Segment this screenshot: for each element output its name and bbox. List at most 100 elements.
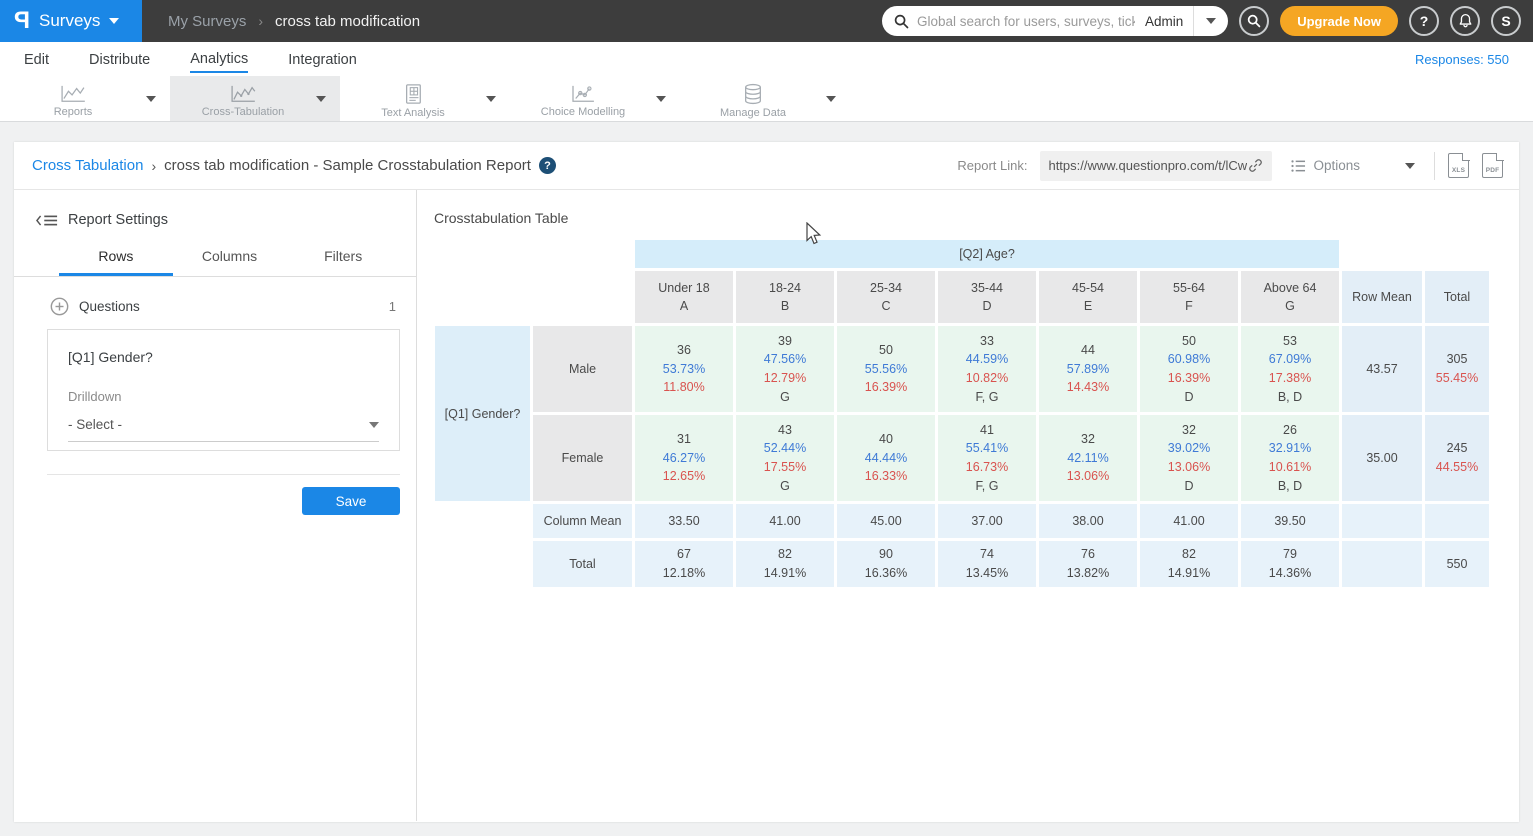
empty-summary-cell	[1425, 504, 1489, 538]
data-cell: 4155.41%16.73%F, G	[938, 415, 1036, 501]
tab-rows[interactable]: Rows	[59, 248, 173, 276]
chevron-down-icon[interactable]	[316, 96, 326, 102]
help-button[interactable]: ?	[1409, 6, 1439, 36]
tab-columns[interactable]: Columns	[173, 248, 287, 276]
blank-cell	[1342, 240, 1422, 268]
total-cell: 8214.91%	[1140, 541, 1238, 587]
chevron-down-icon[interactable]	[656, 96, 666, 102]
chevron-right-icon: ›	[258, 13, 263, 29]
total-cell: 7413.45%	[938, 541, 1036, 587]
column-mean-cell: 41.00	[736, 504, 834, 538]
upgrade-now-button[interactable]: Upgrade Now	[1280, 6, 1398, 36]
export-pdf-button[interactable]: PDF	[1482, 153, 1503, 178]
empty-summary-cell	[1342, 541, 1422, 587]
product-name: Surveys	[39, 11, 100, 31]
nav-edit[interactable]: Edit	[24, 46, 49, 72]
report-link-input[interactable]	[1048, 158, 1247, 173]
report-link-label: Report Link:	[957, 158, 1027, 173]
corner-blank	[435, 271, 632, 323]
corner-blank	[435, 240, 632, 268]
total-cell: 7914.36%	[1241, 541, 1339, 587]
settings-tabs: Rows Columns Filters	[14, 248, 416, 277]
breadcrumb-my-surveys[interactable]: My Surveys	[168, 13, 246, 30]
toolbar-label: Choice Modelling	[541, 106, 625, 118]
tab-filters[interactable]: Filters	[286, 248, 400, 276]
survey-nav: Edit Distribute Analytics Integration Re…	[0, 42, 1533, 76]
data-cell: 3239.02%13.06%D	[1140, 415, 1238, 501]
export-xls-button[interactable]: XLS	[1448, 153, 1469, 178]
toolbar-label: Text Analysis	[381, 107, 445, 119]
data-cell: 4352.44%17.55%G	[736, 415, 834, 501]
question-title: [Q1] Gender?	[68, 349, 379, 365]
column-mean-cell: 33.50	[635, 504, 733, 538]
line-chart-icon	[59, 84, 87, 104]
toolbar-cross-tabulation[interactable]: Cross-Tabulation	[170, 76, 340, 121]
nav-analytics[interactable]: Analytics	[190, 45, 248, 73]
age-question-header: [Q2] Age?	[635, 240, 1339, 268]
product-switcher[interactable]: P Surveys	[0, 0, 142, 42]
save-button[interactable]: Save	[302, 487, 400, 515]
toolbar-label: Cross-Tabulation	[202, 106, 285, 118]
chevron-right-icon: ›	[151, 158, 156, 174]
data-cell: 3146.27%12.65%	[635, 415, 733, 501]
collapse-panel-icon[interactable]	[36, 214, 58, 227]
crosstab-table: [Q2] Age?Under 18A18-24B25-34C35-44D45-5…	[432, 237, 1492, 590]
column-mean-cell: 38.00	[1039, 504, 1137, 538]
row-mean-cell: 35.00	[1342, 415, 1422, 501]
column-mean-label: Column Mean	[533, 504, 632, 538]
search-input[interactable]	[917, 14, 1135, 29]
search-go-button[interactable]	[1239, 6, 1269, 36]
row-label-cell: Female	[533, 415, 632, 501]
report-card: Cross Tabulation › cross tab modificatio…	[14, 142, 1519, 822]
crosstab-area: Crosstabulation Table [Q2] Age? Under 18A…	[417, 190, 1519, 821]
list-options-icon	[1291, 159, 1306, 173]
chevron-down-icon[interactable]	[146, 96, 156, 102]
chevron-down-icon[interactable]	[486, 96, 496, 102]
link-icon[interactable]	[1247, 157, 1264, 174]
total-column-header: Total	[1425, 271, 1489, 323]
chevron-down-icon	[1405, 163, 1415, 169]
crosstab-title: Crosstabulation Table	[434, 210, 1519, 226]
questions-label: Questions	[79, 299, 140, 314]
toolbar-text-analysis[interactable]: Text Analysis	[340, 76, 510, 121]
total-cell: 6712.18%	[635, 541, 733, 587]
data-cell: 4457.89%14.43%	[1039, 326, 1137, 412]
data-cell: 3653.73%11.80%	[635, 326, 733, 412]
top-right-actions: Admin Upgrade Now ? S	[882, 0, 1533, 42]
options-label: Options	[1313, 158, 1360, 173]
row-total-cell: 30555.45%	[1425, 326, 1489, 412]
search-scope-dropdown[interactable]	[1193, 6, 1228, 36]
row-mean-header: Row Mean	[1342, 271, 1422, 323]
user-avatar[interactable]: S	[1491, 6, 1521, 36]
analytics-toolbar: Reports Cross-Tabulation Text Analysis C…	[0, 76, 1533, 122]
data-cell: 5367.09%17.38%B, D	[1241, 326, 1339, 412]
blank-cell	[1425, 240, 1489, 268]
nav-integration[interactable]: Integration	[288, 46, 357, 72]
add-question-icon[interactable]	[50, 297, 69, 316]
column-mean-cell: 45.00	[837, 504, 935, 538]
nav-distribute[interactable]: Distribute	[89, 46, 150, 72]
drilldown-label: Drilldown	[68, 389, 379, 404]
breadcrumb-survey-name: cross tab modification	[275, 13, 420, 30]
toolbar-choice-modelling[interactable]: Choice Modelling	[510, 76, 680, 121]
drilldown-select[interactable]: - Select -	[68, 417, 379, 442]
chevron-down-icon	[369, 422, 379, 428]
row-label-cell: Male	[533, 326, 632, 412]
cross-tabulation-link[interactable]: Cross Tabulation	[32, 157, 143, 174]
blank-cell	[435, 541, 530, 587]
global-search: Admin	[882, 6, 1228, 36]
grand-total-cell: 550	[1425, 541, 1489, 587]
column-header: 25-34C	[837, 271, 935, 323]
report-help-icon[interactable]: ?	[539, 157, 556, 174]
chevron-down-icon[interactable]	[826, 96, 836, 102]
column-header: Under 18A	[635, 271, 733, 323]
column-header: 35-44D	[938, 271, 1036, 323]
search-scope-selector[interactable]: Admin	[1135, 14, 1193, 29]
column-mean-cell: 39.50	[1241, 504, 1339, 538]
notifications-button[interactable]	[1450, 6, 1480, 36]
question-card[interactable]: [Q1] Gender? Drilldown - Select -	[47, 329, 400, 451]
options-menu[interactable]: Options	[1285, 158, 1421, 173]
toolbar-reports[interactable]: Reports	[0, 76, 170, 121]
toolbar-manage-data[interactable]: Manage Data	[680, 76, 850, 121]
total-cell: 9016.36%	[837, 541, 935, 587]
